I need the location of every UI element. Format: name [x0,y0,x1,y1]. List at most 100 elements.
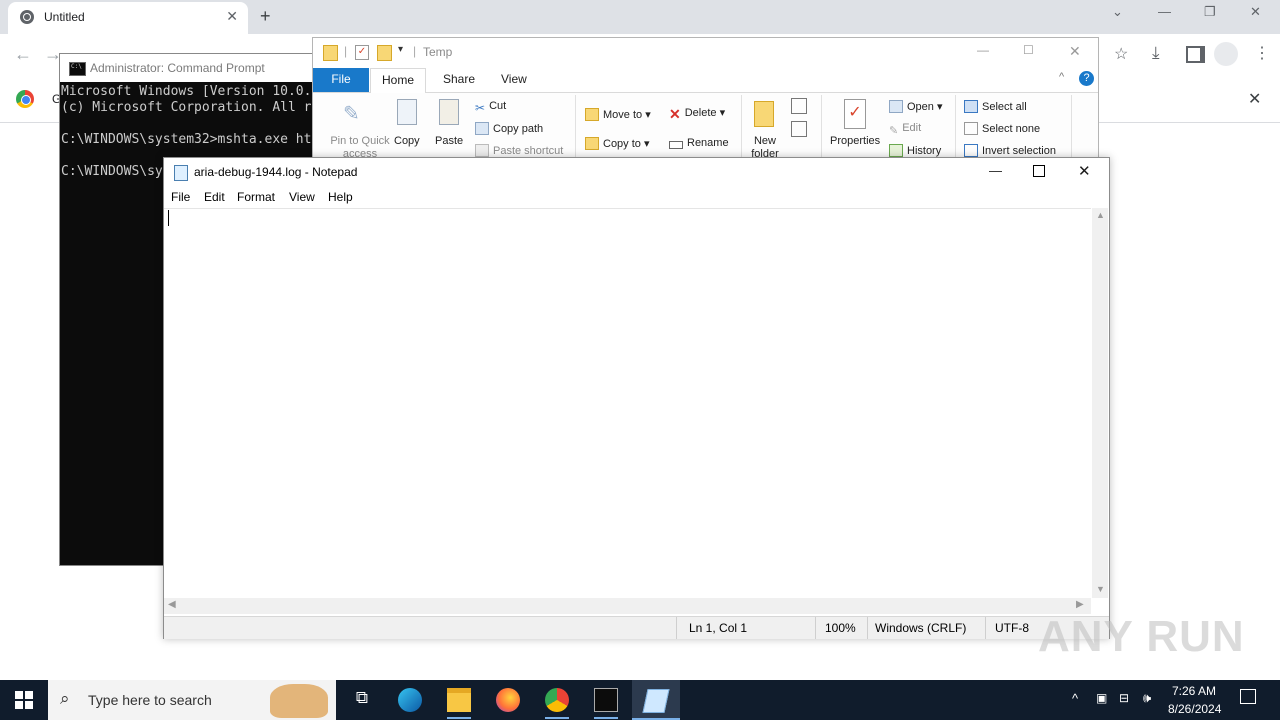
copy-icon [397,99,417,125]
notification-icon[interactable] [1240,689,1256,704]
side-panel-icon[interactable] [1186,46,1205,63]
minimize-icon[interactable]: — [977,43,989,57]
copy-path-button[interactable]: Copy path [475,122,543,135]
rename-button[interactable]: Rename [669,137,729,149]
tab-close-icon[interactable]: ✕ [226,8,238,25]
new-folder-qat-icon[interactable] [377,45,392,61]
scroll-right-icon[interactable]: ▶ [1076,599,1084,610]
menu-help[interactable]: Help [328,190,353,204]
paste-button[interactable]: Paste [435,135,463,147]
invert-selection-icon [964,144,978,157]
horizontal-scrollbar[interactable]: ◀ ▶ [164,598,1091,614]
qat-dropdown-icon[interactable]: ▾ [398,44,403,55]
back-icon[interactable]: ← [14,44,32,65]
scroll-up-icon[interactable]: ▲ [1096,210,1105,220]
bookmark-star-icon[interactable]: ☆ [1114,44,1128,64]
taskbar: ⌕ Type here to search ⧉ ^ ▣ ⊟ 🕪 7:26 AM … [0,680,1280,720]
more-menu-icon[interactable]: ⋮ [1254,43,1270,63]
notepad-text-area[interactable] [164,208,1091,599]
maximize-icon[interactable] [1033,165,1045,177]
tab-view[interactable]: View [501,72,527,86]
clock-date[interactable]: 8/26/2024 [1168,702,1221,716]
new-folder-icon [754,101,774,127]
vertical-scrollbar[interactable]: ▲ ▼ [1092,208,1108,598]
new-item-icon[interactable] [791,98,807,114]
infobar-close-icon[interactable]: ✕ [1248,89,1261,109]
tray-chevron-up-icon[interactable]: ^ [1072,691,1078,706]
notepad-statusbar: Ln 1, Col 1 100% Windows (CRLF) UTF-8 [164,616,1109,639]
task-view-icon[interactable]: ⧉ [350,688,374,712]
network-icon[interactable]: ⊟ [1119,691,1129,705]
new-folder-button[interactable]: New folder [743,135,787,158]
clock-time[interactable]: 7:26 AM [1172,684,1216,698]
status-divider [867,617,868,639]
edge-icon[interactable] [398,688,422,712]
chevron-down-icon[interactable]: ⌄ [1112,4,1123,20]
cmd-titlebar[interactable]: Administrator: Command Prompt [60,54,320,82]
copy-to-button[interactable]: Copy to ▾ [585,137,650,150]
properties-qat-icon[interactable]: ✓ [355,45,369,60]
new-tab-button[interactable]: + [260,6,271,27]
folder-icon [323,45,338,61]
volume-icon[interactable]: 🕪 [1143,690,1151,706]
tab-home[interactable]: Home [370,68,426,93]
close-icon[interactable]: ✕ [1250,4,1261,20]
windows-start-icon[interactable] [15,691,33,709]
notepad-taskbar-active[interactable] [632,680,680,720]
menu-file[interactable]: File [171,190,190,204]
restore-icon[interactable]: ❐ [1204,4,1216,20]
command-prompt-icon[interactable] [594,688,618,712]
cut-label: Cut [489,100,507,112]
notepad-window[interactable]: aria-debug-1944.log - Notepad — ✕ File E… [163,157,1110,639]
move-to-icon [585,108,599,121]
notepad-titlebar[interactable]: aria-debug-1944.log - Notepad — ✕ [164,158,1109,188]
menu-format[interactable]: Format [237,190,275,204]
close-icon[interactable]: ✕ [1078,162,1091,180]
edit-label: Edit [902,122,922,134]
select-none-icon [964,122,978,135]
taskbar-search-box[interactable]: ⌕ Type here to search [48,680,336,720]
tray-device-icon[interactable]: ▣ [1096,691,1107,705]
edit-button[interactable]: ✎ Edit [889,122,921,137]
notepad-icon [174,165,188,181]
scroll-left-icon[interactable]: ◀ [168,599,176,610]
file-explorer-icon[interactable] [447,688,471,712]
move-to-button[interactable]: Move to ▾ [585,108,651,121]
invert-selection-label: Invert selection [982,145,1056,157]
firefox-icon[interactable] [496,688,520,712]
profile-avatar[interactable] [1214,42,1238,66]
tab-share[interactable]: Share [443,72,475,86]
properties-button[interactable]: Properties [830,135,880,147]
history-button[interactable]: History [889,144,941,157]
explorer-window[interactable]: | ✓ ▾ | Temp — ☐ ✕ File Home Share View … [312,37,1099,159]
download-icon[interactable]: ⤓ [1152,43,1160,63]
select-all-button[interactable]: Select all [964,100,1027,113]
chrome-icon[interactable] [545,688,569,712]
invert-selection-button[interactable]: Invert selection [964,144,1056,157]
scroll-down-icon[interactable]: ▼ [1096,584,1105,594]
menu-edit[interactable]: Edit [204,190,225,204]
cut-button[interactable]: ✂ Cut [475,100,507,115]
menu-view[interactable]: View [289,190,315,204]
easy-access-icon[interactable] [791,121,807,137]
copy-button[interactable]: Copy [394,135,420,147]
chevron-up-icon[interactable]: ^ [1059,71,1064,83]
select-none-button[interactable]: Select none [964,122,1040,135]
text-caret [168,210,169,226]
minimize-icon[interactable]: — [989,163,1002,178]
maximize-icon[interactable]: ☐ [1023,43,1034,57]
open-button[interactable]: Open ▾ [889,100,943,113]
chrome-tab[interactable]: Untitled ✕ [8,2,248,34]
notepad-title: aria-debug-1944.log - Notepad [194,165,358,179]
close-icon[interactable]: ✕ [1069,43,1081,60]
chrome-logo-icon [16,90,34,108]
delete-button[interactable]: ✕ Delete ▾ [669,106,725,122]
pin-quick-access-button[interactable]: Pin to Quick access [321,135,399,158]
select-all-label: Select all [982,101,1027,113]
explorer-titlebar[interactable]: | ✓ ▾ | Temp — ☐ ✕ [313,38,1098,68]
minimize-icon[interactable]: — [1158,4,1171,19]
help-icon[interactable]: ? [1079,71,1094,86]
tab-file[interactable]: File [313,68,369,92]
paste-shortcut-button[interactable]: Paste shortcut [475,144,563,157]
ribbon-divider [821,95,822,157]
